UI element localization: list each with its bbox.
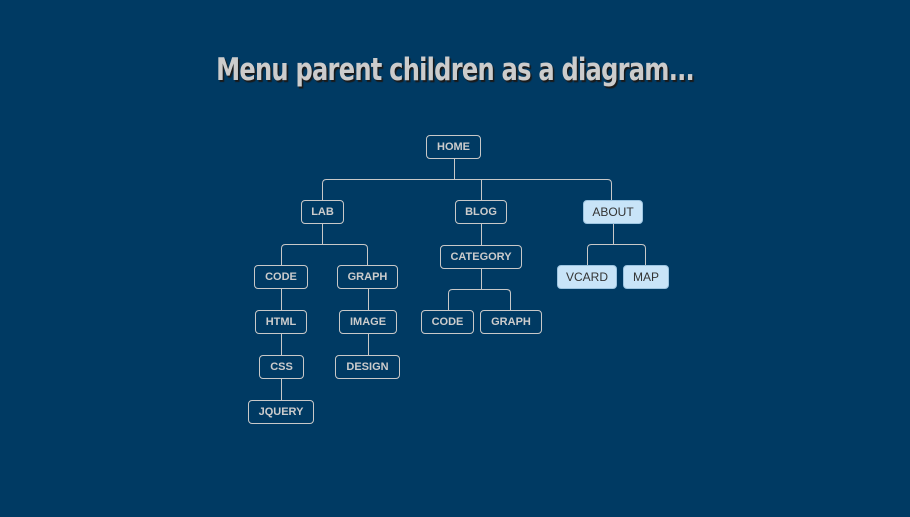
node-blog-code[interactable]: CODE <box>421 310 474 334</box>
connector-lab-bar <box>281 244 368 265</box>
node-blog[interactable]: BLOG <box>455 200 507 224</box>
node-blog-category[interactable]: CATEGORY <box>440 245 522 269</box>
node-lab-jquery[interactable]: JQUERY <box>248 400 314 424</box>
node-lab-css[interactable]: CSS <box>259 355 304 379</box>
node-lab[interactable]: LAB <box>301 200 344 224</box>
connector-category-bar <box>448 289 511 310</box>
node-about-map[interactable]: MAP <box>623 265 669 289</box>
node-blog-graph[interactable]: GRAPH <box>480 310 542 334</box>
node-lab-code[interactable]: CODE <box>254 265 308 289</box>
node-home[interactable]: HOME <box>426 135 481 159</box>
node-lab-html[interactable]: HTML <box>255 310 307 334</box>
node-lab-image[interactable]: IMAGE <box>339 310 397 334</box>
node-about[interactable]: ABOUT <box>583 200 643 224</box>
node-lab-graph[interactable]: GRAPH <box>337 265 398 289</box>
connector-about-bar <box>587 244 646 265</box>
node-about-vcard[interactable]: VCARD <box>557 265 617 289</box>
connector-home-bar <box>322 179 612 200</box>
node-lab-design[interactable]: DESIGN <box>335 355 400 379</box>
